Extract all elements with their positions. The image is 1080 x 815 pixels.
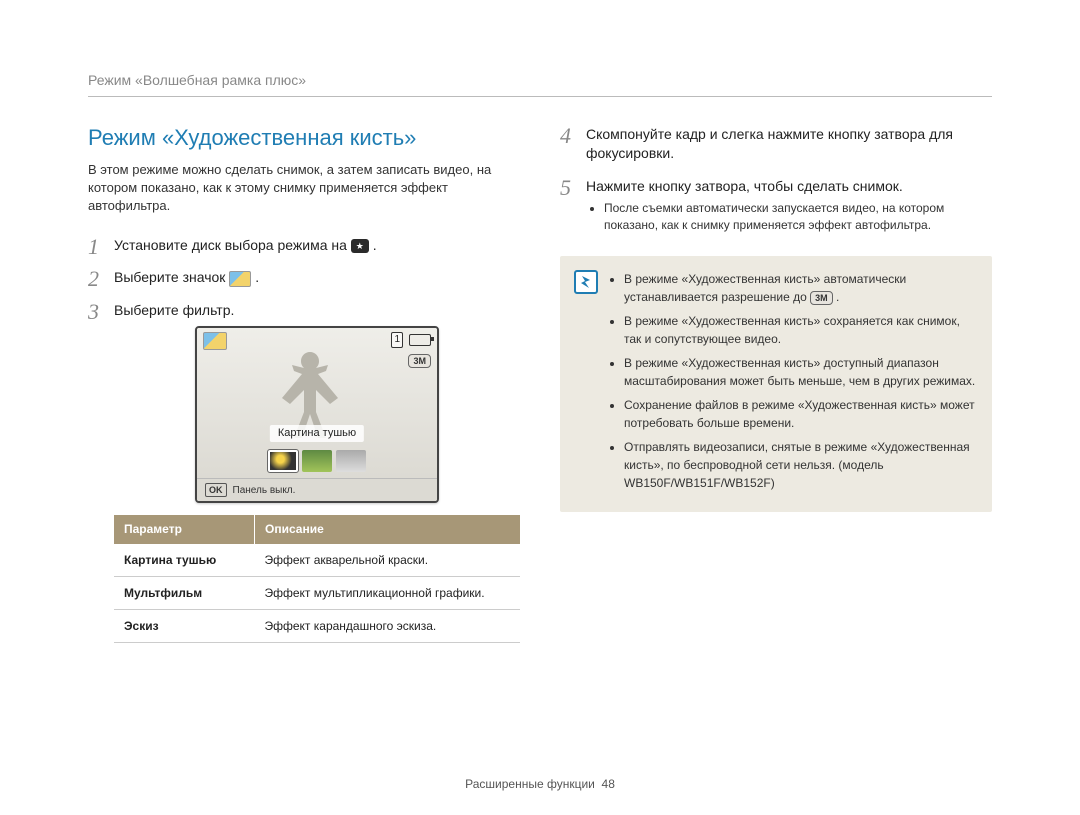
filter-thumbnails	[268, 450, 366, 472]
mode-dial-icon	[351, 239, 369, 253]
footer-page: 48	[602, 777, 615, 791]
table-row: Мультфильм Эффект мультипликационной гра…	[114, 576, 520, 609]
steps-list-left: Установите диск выбора режима на . Выбер…	[88, 236, 520, 644]
param-desc: Эффект акварельной краски.	[255, 544, 521, 577]
camera-screen-illustration: 1 3M Картина тушью	[195, 326, 439, 503]
table-header-description: Описание	[255, 515, 521, 543]
ok-button-label: OK	[205, 483, 227, 497]
resolution-badge: 3M	[810, 291, 833, 305]
step-1: Установите диск выбора режима на .	[88, 236, 520, 255]
note-list: В режиме «Художественная кисть» автомати…	[608, 270, 976, 492]
page-footer: Расширенные функции 48	[0, 777, 1080, 791]
camera-status-right: 1 3M	[391, 332, 431, 368]
intro-paragraph: В этом режиме можно сделать снимок, а за…	[88, 161, 520, 216]
filter-parameters-table: Параметр Описание Картина тушью Эффект а…	[114, 515, 520, 643]
brush-mode-icon	[229, 271, 251, 287]
param-desc: Эффект мультипликационной графики.	[255, 576, 521, 609]
param-name: Эскиз	[114, 609, 255, 642]
header-divider	[88, 96, 992, 97]
param-name: Мультфильм	[114, 576, 255, 609]
filter-thumb-sketch	[336, 450, 366, 472]
param-desc: Эффект карандашного эскиза.	[255, 609, 521, 642]
resolution-badge: 3M	[408, 354, 431, 368]
camera-viewport: 1 3M Картина тушью	[197, 328, 437, 478]
camera-panel-bar: OK Панель выкл.	[197, 478, 437, 501]
steps-list-right: Скомпонуйте кадр и слегка нажмите кнопку…	[560, 125, 992, 234]
note-icon	[574, 270, 598, 294]
step-1-text-b: .	[373, 237, 377, 253]
note-item-4: Сохранение файлов в режиме «Художественн…	[624, 396, 976, 432]
step-5-sub1: После съемки автоматически запускается в…	[604, 200, 992, 235]
step-2-text-a: Выберите значок	[114, 269, 229, 285]
filter-thumb-ink	[268, 450, 298, 472]
step-4: Скомпонуйте кадр и слегка нажмите кнопку…	[560, 125, 992, 163]
step-3-text: Выберите фильтр.	[114, 302, 234, 318]
note-item-2: В режиме «Художественная кисть» сохраняе…	[624, 312, 976, 348]
step-5-text: Нажмите кнопку затвора, чтобы сделать сн…	[586, 178, 903, 194]
note-1-text-a: В режиме «Художественная кисть» автомати…	[624, 272, 906, 304]
camera-mode-icon	[203, 332, 227, 350]
note-box: В режиме «Художественная кисть» автомати…	[560, 256, 992, 512]
content-columns: Режим «Художественная кисть» В этом режи…	[88, 125, 992, 657]
note-item-5: Отправлять видеозаписи, снятые в режиме …	[624, 438, 976, 492]
step-3: Выберите фильтр. 1 3M	[88, 301, 520, 643]
shot-count: 1	[391, 332, 403, 348]
left-column: Режим «Художественная кисть» В этом режи…	[88, 125, 520, 657]
panel-off-label: Панель выкл.	[233, 484, 296, 498]
filter-caption: Картина тушью	[270, 425, 364, 442]
filter-thumb-cartoon	[302, 450, 332, 472]
param-name: Картина тушью	[114, 544, 255, 577]
note-item-1: В режиме «Художественная кисть» автомати…	[624, 270, 976, 306]
footer-section: Расширенные функции	[465, 777, 595, 791]
step-2: Выберите значок .	[88, 268, 520, 287]
breadcrumb: Режим «Волшебная рамка плюс»	[88, 72, 992, 88]
step-1-text-a: Установите диск выбора режима на	[114, 237, 351, 253]
note-1-text-b: .	[836, 290, 839, 304]
battery-icon	[409, 334, 431, 346]
step-5-sub-bullets: После съемки автоматически запускается в…	[586, 200, 992, 235]
step-4-text: Скомпонуйте кадр и слегка нажмите кнопку…	[586, 126, 953, 161]
table-row: Картина тушью Эффект акварельной краски.	[114, 544, 520, 577]
step-5: Нажмите кнопку затвора, чтобы сделать сн…	[560, 177, 992, 235]
section-title: Режим «Художественная кисть»	[88, 125, 520, 151]
note-item-3: В режиме «Художественная кисть» доступны…	[624, 354, 976, 390]
right-column: Скомпонуйте кадр и слегка нажмите кнопку…	[560, 125, 992, 657]
table-row: Эскиз Эффект карандашного эскиза.	[114, 609, 520, 642]
step-2-text-b: .	[255, 269, 259, 285]
table-header-parameter: Параметр	[114, 515, 255, 543]
